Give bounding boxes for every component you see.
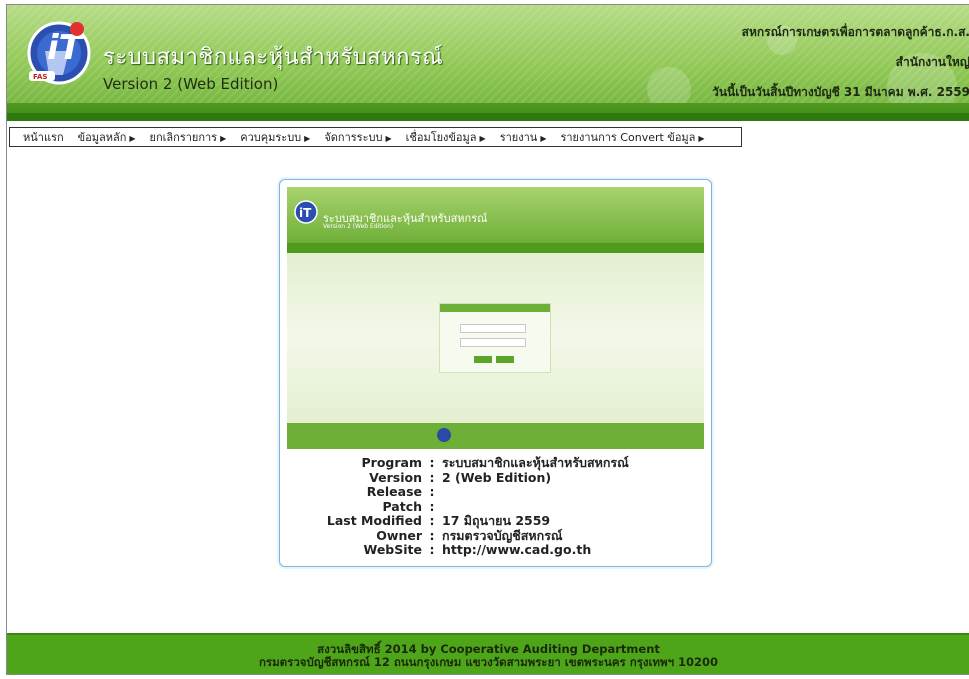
menu-cancel-transactions[interactable]: ยกเลิกรายการ ▶	[143, 128, 234, 146]
menu-master-data[interactable]: ข้อมูลหลัก ▶	[71, 128, 143, 146]
info-row-version: Version:2 (Web Edition)	[369, 469, 552, 485]
app-frame: iT FAS ระบบสมาชิกและหุ้นสำหรับสหกรณ์ Ver…	[6, 4, 969, 675]
submenu-arrow-icon: ▶	[479, 134, 486, 143]
header-band-dark	[7, 113, 969, 121]
website-link[interactable]: http://www.cad.go.th	[442, 542, 713, 558]
svg-text:iT: iT	[299, 206, 312, 220]
preview-band	[287, 243, 704, 253]
menu-data-link[interactable]: เชื่อมโยงข้อมูล ▶	[399, 128, 493, 146]
info-row-release: Release:	[366, 484, 435, 499]
app-logo-icon: iT FAS	[27, 21, 91, 85]
submenu-arrow-icon: ▶	[220, 134, 227, 143]
info-row-last-modified: Last Modified:17 มิถุนายน 2559	[326, 513, 551, 528]
svg-text:FAS: FAS	[33, 73, 47, 81]
menu-home[interactable]: หน้าแรก	[16, 128, 71, 146]
app-title: ระบบสมาชิกและหุ้นสำหรับสหกรณ์	[103, 45, 444, 70]
submenu-arrow-icon: ▶	[540, 134, 547, 143]
login-page-preview-image: iT ระบบสมาชิกและหุ้นสำหรับสหกรณ์ Version…	[287, 187, 704, 449]
preview-username-field	[460, 324, 526, 333]
info-row-patch: Patch:	[382, 498, 435, 514]
main-menu: หน้าแรก ข้อมูลหลัก ▶ ยกเลิกรายการ ▶ ควบคุม…	[9, 127, 742, 147]
footer-address: กรมตรวจบัญชีสหกรณ์ 12 ถนนกรุงเกษม แขวงวั…	[258, 655, 719, 669]
menu-system-management[interactable]: จัดการระบบ ▶	[317, 128, 398, 146]
header-banner: iT FAS ระบบสมาชิกและหุ้นสำหรับสหกรณ์ Ver…	[7, 5, 969, 123]
submenu-arrow-icon: ▶	[129, 134, 136, 143]
menu-reports[interactable]: รายงาน ▶	[493, 128, 554, 146]
info-row-owner: Owner: กรมตรวจบัญชีสหกรณ์	[376, 527, 563, 543]
app-version: Version 2 (Web Edition)	[103, 75, 279, 93]
preview-logo-icon: iT	[294, 200, 318, 224]
submenu-arrow-icon: ▶	[304, 134, 311, 143]
fiscal-date: วันนี้เป็นวันสิ้นปีทางบัญชี 31 มีนาคม พ.…	[712, 85, 969, 99]
menu-convert-reports[interactable]: รายงานการ Convert ข้อมูล ▶	[553, 128, 711, 146]
preview-password-field	[460, 338, 526, 347]
menu-system-control[interactable]: ควบคุมระบบ ▶	[233, 128, 317, 146]
submenu-arrow-icon: ▶	[698, 134, 705, 143]
info-row-website: WebSite: http://www.cad.go.th	[280, 542, 713, 558]
info-row-program: Program: ระบบสมาชิกและหุ้นสำหรับสหกรณ์	[361, 455, 629, 470]
preview-footer-logo-icon	[437, 428, 451, 442]
footer: สงวนลิขสิทธิ์ 2014 by Cooperative Auditi…	[7, 633, 969, 674]
program-info: Program: ระบบสมาชิกและหุ้นสำหรับสหกรณ์ Ve…	[280, 455, 713, 558]
office-name: สำนักงานใหญ่	[895, 55, 969, 69]
preview-footer	[287, 423, 704, 449]
preview-login-button	[474, 356, 492, 363]
preview-clear-button	[496, 356, 514, 363]
preview-subtitle: Version 2 (Web Edition)	[323, 223, 394, 230]
organization-name: สหกรณ์การเกษตรเพื่อการตลาดลูกค้าธ.ก.ส.	[741, 25, 969, 39]
about-card: iT ระบบสมาชิกและหุ้นสำหรับสหกรณ์ Version…	[279, 179, 712, 567]
preview-login-box	[439, 303, 551, 373]
submenu-arrow-icon: ▶	[385, 134, 392, 143]
